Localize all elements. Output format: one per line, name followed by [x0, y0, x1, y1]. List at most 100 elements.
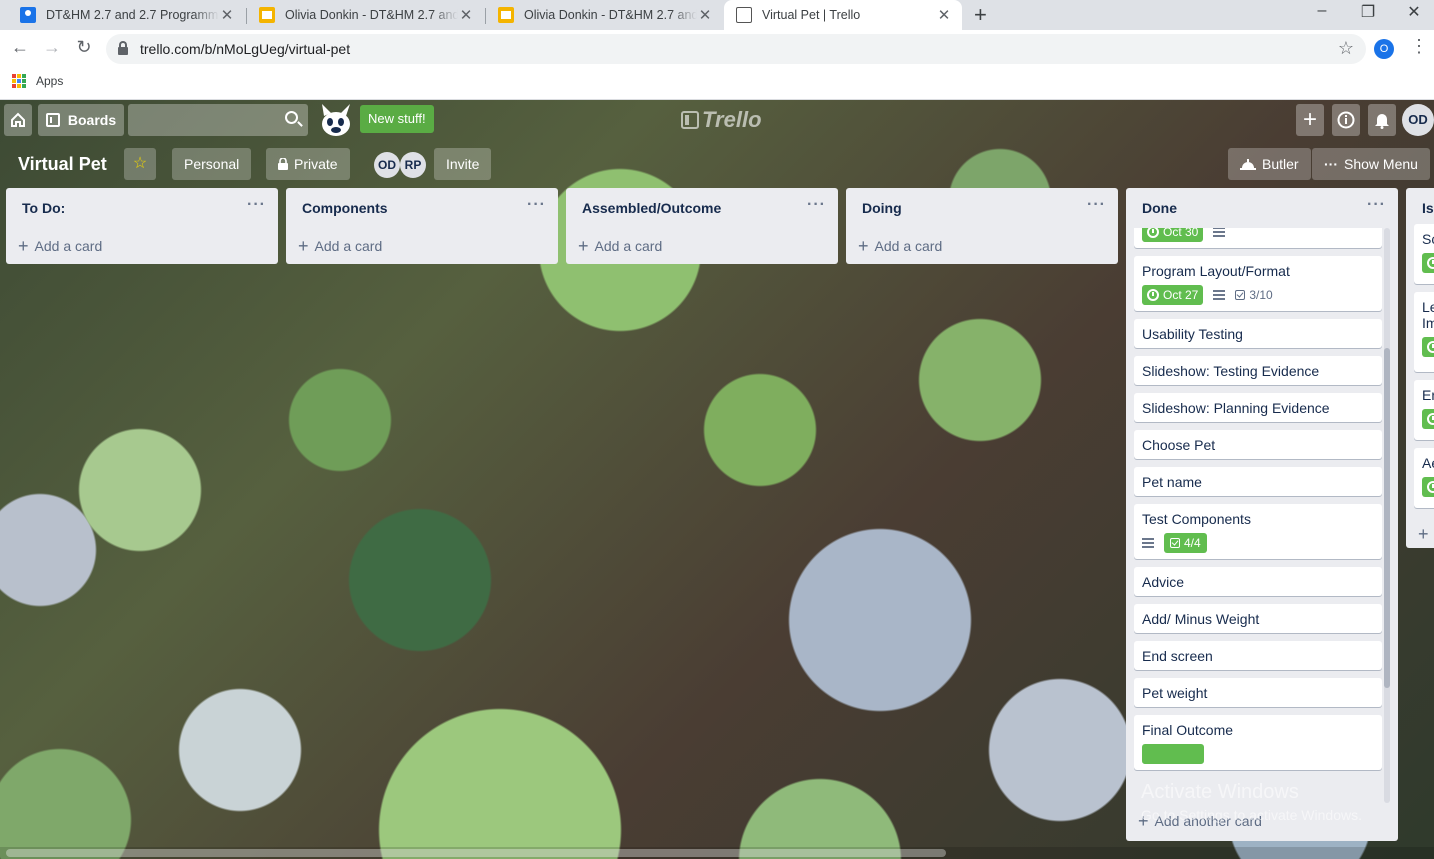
due-date-badge[interactable]	[1142, 744, 1204, 764]
star-board-button[interactable]: ☆	[124, 148, 156, 180]
list-menu-icon[interactable]: ···	[807, 196, 826, 214]
list-scrollbar-thumb[interactable]	[1384, 348, 1390, 688]
card[interactable]: Add/ Minus Weight	[1134, 604, 1382, 633]
back-icon[interactable]: ←	[8, 37, 32, 58]
list-menu-icon[interactable]: ···	[247, 196, 266, 214]
invite-button[interactable]: Invite	[434, 148, 492, 180]
list-title[interactable]: Components	[302, 200, 388, 216]
close-tab-icon[interactable]: ✕	[697, 6, 713, 24]
user-avatar[interactable]: OD	[1402, 104, 1434, 136]
show-menu-button[interactable]: ··· Show Menu	[1312, 148, 1430, 180]
card-list[interactable]: Oct 30 Program Layout/Format Oct 27 3/10…	[1126, 228, 1398, 803]
tab-title: Olivia Donkin - DT&HM 2.7 and 2.7	[524, 8, 697, 22]
add-card-button[interactable]: + Add a card	[6, 228, 278, 264]
list-menu-icon[interactable]: ···	[1087, 196, 1106, 214]
list-header[interactable]: Iss	[1406, 188, 1434, 228]
list-menu-icon[interactable]: ···	[1367, 196, 1386, 214]
board-horizontal-scrollbar[interactable]	[0, 847, 1434, 859]
list-done: Done ··· Oct 30 Program Layout/Format Oc…	[1126, 188, 1398, 841]
forward-icon[interactable]: →	[40, 37, 64, 58]
member-avatar[interactable]: OD	[374, 152, 400, 178]
list-title[interactable]: To Do:	[22, 200, 65, 216]
add-card-label: Add a card	[594, 238, 663, 254]
card-title: End screen	[1142, 648, 1213, 664]
close-tab-icon[interactable]: ✕	[936, 6, 952, 24]
board-scrollbar-thumb[interactable]	[6, 849, 946, 857]
list-menu-icon[interactable]: ···	[527, 196, 546, 214]
reload-icon[interactable]: ↻	[72, 37, 96, 58]
card[interactable]: Pet name	[1134, 467, 1382, 496]
team-button[interactable]: Personal	[172, 148, 252, 180]
card[interactable]: Oct 30	[1134, 228, 1382, 248]
info-button[interactable]	[1332, 104, 1360, 136]
create-button[interactable]: +	[1296, 104, 1324, 136]
card[interactable]: Advice	[1134, 567, 1382, 596]
profile-avatar[interactable]: O	[1374, 39, 1394, 59]
close-tab-icon[interactable]: ✕	[458, 6, 474, 24]
visibility-button[interactable]: Private	[266, 148, 350, 180]
butler-button[interactable]: Butler	[1228, 148, 1311, 180]
card[interactable]: Le Im	[1414, 292, 1434, 372]
plus-icon: +	[1302, 106, 1317, 133]
apps-bookmark[interactable]: Apps	[36, 74, 63, 88]
browser-tab-classroom[interactable]: DT&HM 2.7 and 2.7 Programming ✕	[8, 0, 245, 30]
add-card-button[interactable]: + Add a card	[566, 228, 838, 264]
trello-logo[interactable]: Trello	[681, 107, 762, 133]
close-window-icon[interactable]: ✕	[1394, 2, 1434, 22]
browser-tab-slides-2[interactable]: Olivia Donkin - DT&HM 2.7 and 2.7 ✕	[486, 0, 723, 30]
due-date-badge[interactable]: Oct 30	[1142, 228, 1204, 242]
list-header[interactable]: Done ···	[1126, 188, 1398, 228]
close-tab-icon[interactable]: ✕	[219, 6, 235, 24]
address-bar[interactable]: trello.com/b/nMoLgUeg/virtual-pet ☆	[106, 34, 1366, 64]
list-title[interactable]: Iss	[1422, 200, 1434, 216]
card[interactable]: Er	[1414, 380, 1434, 440]
plus-icon: +	[858, 236, 869, 256]
card[interactable]: Slideshow: Testing Evidence	[1134, 356, 1382, 385]
card-title: Im	[1422, 315, 1434, 331]
card[interactable]: Slideshow: Planning Evidence	[1134, 393, 1382, 422]
list-header[interactable]: Components ···	[286, 188, 558, 228]
lock-icon	[118, 41, 128, 55]
card[interactable]: Sc	[1414, 224, 1434, 284]
browser-tab-trello[interactable]: Virtual Pet | Trello ✕	[724, 0, 962, 30]
browser-tab-slides-1[interactable]: Olivia Donkin - DT&HM 2.7 and 2.7 ✕	[247, 0, 484, 30]
boards-button[interactable]: Boards	[38, 104, 124, 136]
apps-grid-icon[interactable]	[12, 74, 26, 88]
minimize-icon[interactable]: –	[1302, 2, 1342, 20]
card[interactable]: Final Outcome	[1134, 715, 1382, 770]
new-tab-icon[interactable]: +	[974, 2, 987, 28]
card[interactable]: Ae	[1414, 448, 1434, 508]
card[interactable]: Usability Testing	[1134, 319, 1382, 348]
card[interactable]: Pet weight	[1134, 678, 1382, 707]
member-avatar[interactable]: RP	[400, 152, 426, 178]
list-title[interactable]: Assembled/Outcome	[582, 200, 721, 216]
list-header[interactable]: Doing ···	[846, 188, 1118, 228]
card[interactable]: Program Layout/Format Oct 27 3/10	[1134, 256, 1382, 311]
home-button[interactable]	[4, 104, 32, 136]
card[interactable]: End screen	[1134, 641, 1382, 670]
add-card-button[interactable]: + Add a card	[846, 228, 1118, 264]
checklist-badge: 4/4	[1164, 533, 1207, 553]
bookmark-star-icon[interactable]: ☆	[1338, 38, 1354, 59]
checklist-icon	[1170, 538, 1180, 548]
card-title: Advice	[1142, 574, 1185, 590]
list-assembled-outcome: Assembled/Outcome ··· + Add a card	[566, 188, 838, 264]
new-stuff-button[interactable]: New stuff!	[360, 105, 434, 133]
list-title[interactable]: Done	[1142, 200, 1177, 216]
card[interactable]: Choose Pet	[1134, 430, 1382, 459]
butler-label: Butler	[1262, 156, 1299, 172]
notifications-button[interactable]	[1368, 104, 1396, 136]
add-card-button[interactable]: +	[1406, 516, 1434, 552]
browser-menu-icon[interactable]: ⋮	[1410, 36, 1428, 57]
list-header[interactable]: Assembled/Outcome ···	[566, 188, 838, 228]
board-title[interactable]: Virtual Pet	[10, 148, 115, 180]
taco-mascot-icon[interactable]	[316, 102, 354, 138]
maximize-icon[interactable]: ❐	[1348, 2, 1388, 22]
search-input[interactable]	[128, 104, 308, 136]
list-header[interactable]: To Do: ···	[6, 188, 278, 228]
due-date-badge[interactable]: Oct 27	[1142, 285, 1204, 305]
add-card-button[interactable]: + Add a card	[286, 228, 558, 264]
list-title[interactable]: Doing	[862, 200, 902, 216]
card-title: Usability Testing	[1142, 326, 1243, 342]
card[interactable]: Test Components 4/4	[1134, 504, 1382, 559]
